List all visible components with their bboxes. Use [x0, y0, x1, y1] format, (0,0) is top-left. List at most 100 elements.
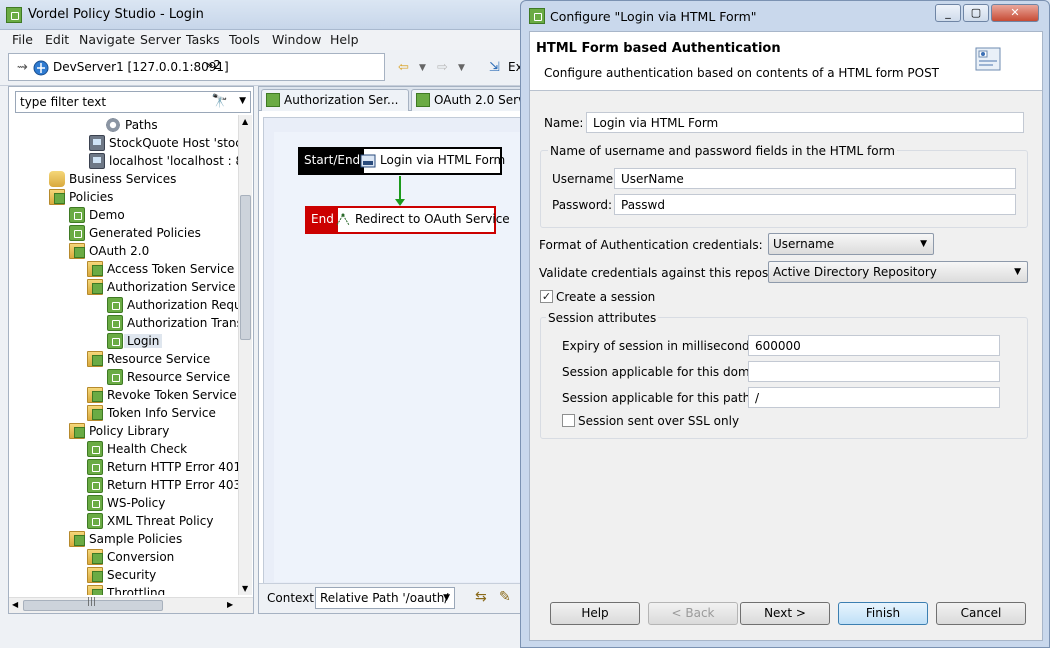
gear-icon [105, 117, 121, 133]
forward-dropdown-icon[interactable]: ▼ [458, 63, 465, 73]
policy-icon [107, 333, 123, 349]
start-filter[interactable]: Start/End Login via HTML Form [298, 147, 506, 175]
close-icon[interactable]: ✕ [991, 4, 1039, 22]
end-filter[interactable]: End Redirect to OAuth Service [305, 206, 510, 234]
cancel-button[interactable]: Cancel [936, 602, 1026, 625]
ssl-only-checkbox[interactable] [562, 414, 575, 427]
next-button[interactable]: Next > [740, 602, 830, 625]
menu-window[interactable]: Window [272, 32, 321, 47]
path-field[interactable]: / [748, 387, 1000, 408]
expiry-field[interactable]: 600000 [748, 335, 1000, 356]
folder-icon [87, 405, 103, 421]
menu-file[interactable]: File [12, 32, 33, 47]
forward-arrow-icon[interactable]: ⇨ [437, 60, 448, 75]
dialog-button-row: Help < Back Next > Finish Cancel [530, 592, 1042, 641]
edit-pen-icon[interactable]: ✎ [499, 589, 511, 605]
tree-item-label: Authorization Trans [127, 316, 239, 330]
back-button[interactable]: < Back [648, 602, 738, 625]
scroll-up-icon[interactable]: ▲ [242, 117, 248, 126]
form-fields-group-label: Name of username and password fields in … [548, 144, 897, 158]
chevron-down-icon: ▼ [1014, 267, 1021, 277]
tab-authorization-service[interactable]: Authorization Ser... [261, 89, 409, 111]
chevron-down-icon: ▼ [920, 239, 927, 249]
name-field[interactable]: Login via HTML Form [586, 112, 1024, 133]
move-icon[interactable]: ⇆ [475, 589, 487, 605]
help-button[interactable]: Help [550, 602, 640, 625]
binoculars-icon[interactable]: 🔭 [212, 94, 228, 109]
tree-item-label: Demo [89, 208, 125, 222]
dialog-header-title: HTML Form based Authentication [536, 41, 781, 56]
monitor-icon [89, 135, 105, 151]
menu-server[interactable]: Server [140, 32, 181, 47]
context-label: Context: [267, 591, 319, 605]
password-field[interactable]: Passwd [614, 194, 1016, 215]
dialog-header: HTML Form based Authentication Configure… [530, 32, 1042, 91]
finish-button[interactable]: Finish [838, 602, 928, 625]
dialog-header-description: Configure authentication based on conten… [544, 66, 940, 80]
editor-tabs: Authorization Ser... OAuth 2.0 Servic [259, 87, 526, 111]
repository-select[interactable]: Active Directory Repository ▼ [768, 261, 1028, 283]
context-select[interactable]: Relative Path '/oauth/ ▼ [315, 587, 455, 609]
back-dropdown-icon[interactable]: ▼ [419, 63, 426, 73]
policy-icon [87, 459, 103, 475]
expiry-label: Expiry of session in milliseconds: [562, 339, 760, 353]
create-session-checkbox[interactable]: ✓ [540, 290, 553, 303]
tree-item-label: Security [107, 568, 157, 582]
scroll-down-icon[interactable]: ▼ [242, 584, 248, 593]
menu-edit[interactable]: Edit [45, 32, 69, 47]
server-name: DevServer1 [127.0.0.1:8091] [53, 60, 229, 74]
configure-dialog: Configure "Login via HTML Form" _ ▢ ✕ HT… [520, 0, 1050, 648]
tree-item-label: Revoke Token Service [107, 388, 237, 402]
tab-oauth-service[interactable]: OAuth 2.0 Servic [411, 89, 526, 111]
username-field[interactable]: UserName [614, 168, 1016, 189]
more-servers-chevron[interactable]: »2 [206, 58, 221, 72]
tree-horizontal-scrollbar[interactable]: ◀ ||| ▶ [9, 597, 253, 613]
redirect-icon [336, 213, 350, 226]
server-connection-box[interactable]: ⇝ DevServer1 [127.0.0.1:8091] »2 [8, 53, 385, 81]
policy-studio-app-icon [6, 7, 22, 23]
tree-item-label: Token Info Service [107, 406, 216, 420]
maximize-icon[interactable]: ▢ [963, 4, 989, 22]
policy-canvas[interactable] [263, 117, 524, 587]
connector-arrow-icon [395, 199, 405, 206]
folder-icon [49, 189, 65, 205]
main-window-title: Vordel Policy Studio - Login [28, 7, 204, 22]
tree-item-label: Health Check [107, 442, 188, 456]
tree-filter-input[interactable]: type filter text 🔭 ▼ [15, 91, 251, 113]
filter-placeholder: type filter text [20, 95, 107, 109]
tree-vertical-scrollbar[interactable]: ▲ ▼ [238, 115, 252, 595]
start-filter-label: Login via HTML Form [380, 153, 506, 167]
menu-tasks[interactable]: Tasks [186, 32, 220, 47]
filter-dropdown-icon[interactable]: ▼ [239, 96, 246, 106]
session-group-label: Session attributes [546, 311, 659, 325]
tree-item-label: XML Threat Policy [107, 514, 214, 528]
dialog-title-bar: Configure "Login via HTML Form" _ ▢ ✕ [521, 1, 1049, 31]
menu-tools[interactable]: Tools [229, 32, 260, 47]
back-arrow-icon[interactable]: ⇦ [398, 60, 409, 75]
policy-icon [87, 495, 103, 511]
pin-icon: ⇝ [17, 60, 28, 75]
tree-vscroll-thumb[interactable] [240, 195, 251, 340]
format-select[interactable]: Username ▼ [768, 233, 934, 255]
tree-item-label: Resource Service [127, 370, 231, 384]
dialog-title: Configure "Login via HTML Form" [550, 9, 757, 24]
folder-icon [87, 351, 103, 367]
minimize-icon[interactable]: _ [935, 4, 961, 22]
policy-tree: Paths StockQuote Host 'stock localhost 'lo… [9, 115, 239, 595]
domain-field[interactable] [748, 361, 1000, 382]
tree-item-label: Paths [125, 118, 158, 132]
menu-navigate[interactable]: Navigate [79, 32, 135, 47]
export-icon[interactable]: ⇲ [489, 60, 500, 75]
tree-item-label: Authorization Service [107, 280, 236, 294]
folder-icon [87, 279, 103, 295]
repository-label: Validate credentials against this reposi… [539, 266, 799, 280]
server-globe-icon [33, 60, 49, 76]
tree-item-label: WS-Policy [107, 496, 166, 510]
scroll-right-icon[interactable]: ▶ [227, 600, 233, 609]
menu-help[interactable]: Help [330, 32, 359, 47]
format-value: Username [773, 237, 835, 251]
policy-icon [87, 477, 103, 493]
scroll-left-icon[interactable]: ◀ [12, 600, 18, 609]
tree-item-label: OAuth 2.0 [89, 244, 150, 258]
policy-icon [107, 315, 123, 331]
